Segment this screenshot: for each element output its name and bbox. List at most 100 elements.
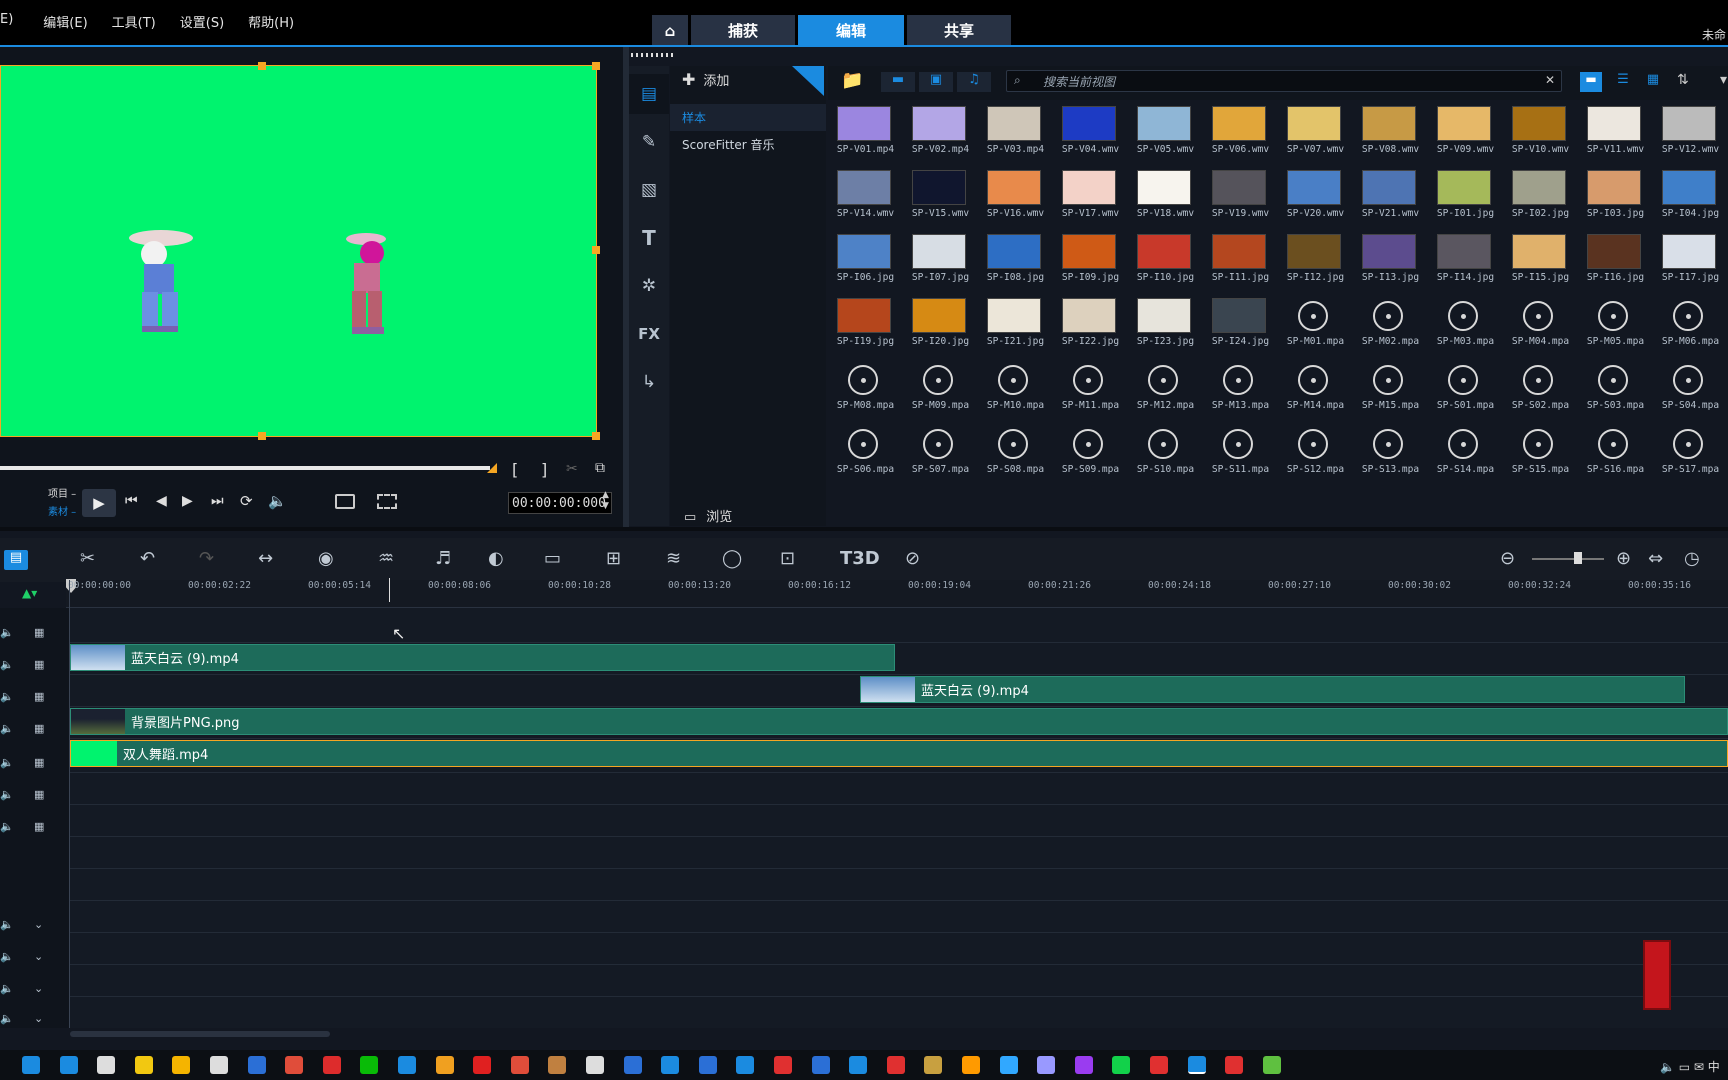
library-item[interactable]: SP-I10.jpg [1128, 234, 1200, 298]
track-mute-icon[interactable]: 🔈 [0, 658, 14, 671]
record-capture-icon[interactable]: ◉ [318, 548, 334, 569]
track-mute-icon[interactable]: 🔈 [0, 626, 14, 639]
filter-video-icon[interactable]: ▬ [881, 72, 915, 92]
path-icon[interactable]: ↳ [629, 362, 669, 402]
library-item[interactable]: SP-V07.wmv [1278, 106, 1350, 170]
taskbar-app-icon[interactable] [698, 1056, 717, 1074]
library-item[interactable]: SP-M02.mpa [1353, 298, 1425, 362]
import-folder-icon[interactable]: 📁 [841, 70, 863, 91]
filter-audio-icon[interactable]: ♫ [957, 72, 991, 92]
library-item[interactable]: SP-V20.wmv [1278, 170, 1350, 234]
library-item[interactable]: SP-M09.mpa [903, 362, 975, 426]
library-item[interactable]: SP-M14.mpa [1278, 362, 1350, 426]
taskbar-app-icon[interactable] [586, 1056, 604, 1074]
library-item[interactable]: SP-V16.wmv [978, 170, 1050, 234]
browse-button[interactable]: ▭ 浏览 [684, 506, 732, 525]
taskbar-app-icon[interactable] [1262, 1056, 1281, 1074]
zoom-in-icon[interactable]: ⊕ [1616, 548, 1631, 569]
taskbar-app-icon[interactable] [210, 1056, 228, 1074]
library-item[interactable]: SP-I07.jpg [903, 234, 975, 298]
fit-project-icon[interactable]: ↔ [258, 548, 273, 569]
library-item[interactable]: SP-V06.wmv [1203, 106, 1275, 170]
more-options-icon[interactable]: ▾ [1720, 72, 1727, 88]
library-item[interactable]: SP-I15.jpg [1503, 234, 1575, 298]
library-item[interactable]: SP-V17.wmv [1053, 170, 1125, 234]
filter-photo-icon[interactable]: ▣ [919, 72, 953, 92]
library-item[interactable]: SP-S01.mpa [1428, 362, 1500, 426]
library-item[interactable]: SP-I14.jpg [1428, 234, 1500, 298]
next-frame-icon[interactable]: ▶ [182, 493, 193, 509]
folder-scorefitter[interactable]: ScoreFitter 音乐 [670, 131, 826, 158]
track-grid-icon[interactable]: ▦ [34, 788, 44, 801]
library-item[interactable]: SP-M01.mpa [1278, 298, 1350, 362]
taskbar-app-icon[interactable] [510, 1056, 529, 1074]
timeline-scrollbar[interactable] [70, 1031, 330, 1037]
sound-mixer-icon[interactable]: ♒ [378, 548, 394, 569]
library-item[interactable]: SP-I22.jpg [1053, 298, 1125, 362]
menu-edit[interactable]: 编辑(E) [43, 12, 99, 34]
scrubber-bar[interactable] [0, 466, 490, 470]
menu-settings[interactable]: 设置(S) [180, 12, 236, 34]
track-mute-icon[interactable]: 🔈 [0, 820, 14, 833]
add-folder-button[interactable]: ✚ 添加 [682, 70, 729, 89]
tab-share[interactable]: 共享 [907, 15, 1011, 46]
menu-help[interactable]: 帮助(H) [248, 12, 306, 34]
clip-sky-video-2[interactable]: 蓝天白云 (9).mp4 [860, 676, 1685, 703]
search-input[interactable]: 搜索当前视图 [1006, 70, 1562, 92]
menu-tools[interactable]: 工具(T) [112, 12, 168, 34]
taskbar-app-icon[interactable] [1225, 1056, 1244, 1074]
timecode-stepper[interactable]: ▲ ▼ [602, 490, 609, 512]
taskbar-app-icon[interactable] [134, 1056, 153, 1074]
library-item[interactable]: SP-I01.jpg [1428, 170, 1500, 234]
taskbar-app-icon[interactable] [1074, 1056, 1093, 1074]
taskbar-app-icon[interactable] [962, 1056, 980, 1074]
auto-music-icon[interactable]: ♬ [435, 548, 451, 569]
library-item[interactable]: SP-V14.wmv [828, 170, 900, 234]
tab-edit[interactable]: 编辑 [798, 15, 904, 46]
timeline-tracks[interactable] [70, 608, 1728, 1028]
taskbar-app-icon[interactable] [1037, 1056, 1056, 1074]
library-item[interactable]: SP-M11.mpa [1053, 362, 1125, 426]
library-item[interactable]: SP-M10.mpa [978, 362, 1050, 426]
clip-sky-video-1[interactable]: 蓝天白云 (9).mp4 [70, 644, 895, 671]
transition-icon[interactable]: ▧ [629, 170, 669, 210]
taskbar-app-icon[interactable] [774, 1056, 792, 1074]
track-grid-icon[interactable]: ▦ [34, 820, 44, 833]
track-mute-icon[interactable]: 🔈 [0, 982, 14, 995]
tools-icon[interactable]: ✂ [80, 548, 95, 569]
library-item[interactable]: SP-I24.jpg [1203, 298, 1275, 362]
taskbar-app-icon[interactable] [247, 1056, 266, 1074]
taskbar-app-icon[interactable] [1112, 1056, 1131, 1074]
taskbar-app-icon[interactable] [1150, 1056, 1168, 1074]
track-mute-icon[interactable]: 🔈 [0, 756, 14, 769]
undo-icon[interactable]: ↶ [140, 548, 155, 569]
enlarge-preview-icon[interactable]: ⧉ [595, 460, 605, 476]
skip-start-icon[interactable]: ⏮ [125, 493, 138, 509]
library-item[interactable]: SP-S03.mpa [1578, 362, 1650, 426]
sort-icon[interactable]: ⇅ [1677, 72, 1689, 88]
library-item[interactable]: SP-I09.jpg [1053, 234, 1125, 298]
library-item[interactable]: SP-I21.jpg [978, 298, 1050, 362]
tab-capture[interactable]: 捕获 [691, 15, 795, 46]
library-item[interactable]: SP-S14.mpa [1428, 426, 1500, 490]
taskbar-app-icon[interactable] [999, 1056, 1018, 1074]
taskbar-app-icon[interactable] [623, 1056, 642, 1074]
multi-camera-icon[interactable]: ⊞ [606, 548, 621, 569]
library-item[interactable]: SP-M08.mpa [828, 362, 900, 426]
library-item[interactable]: SP-I17.jpg [1653, 234, 1725, 298]
view-storyboard-icon[interactable]: ▬ [1580, 72, 1602, 92]
library-item[interactable]: SP-V18.wmv [1128, 170, 1200, 234]
library-item[interactable]: SP-V12.wmv [1653, 106, 1725, 170]
library-item[interactable]: SP-V03.mp4 [978, 106, 1050, 170]
taskbar-app-icon[interactable] [811, 1056, 830, 1074]
play-button[interactable]: ▶ [82, 489, 116, 517]
library-item[interactable]: SP-I11.jpg [1203, 234, 1275, 298]
library-item[interactable]: SP-M03.mpa [1428, 298, 1500, 362]
volume-icon[interactable]: 🔈 [268, 492, 287, 510]
track-expand-icon[interactable]: ⌄ [34, 1012, 43, 1025]
library-item[interactable]: SP-V10.wmv [1503, 106, 1575, 170]
taskbar-app-icon[interactable] [97, 1056, 116, 1074]
scissors-icon[interactable]: ✂ [566, 461, 578, 477]
library-item[interactable]: SP-V11.wmv [1578, 106, 1650, 170]
library-item[interactable]: SP-S15.mpa [1503, 426, 1575, 490]
